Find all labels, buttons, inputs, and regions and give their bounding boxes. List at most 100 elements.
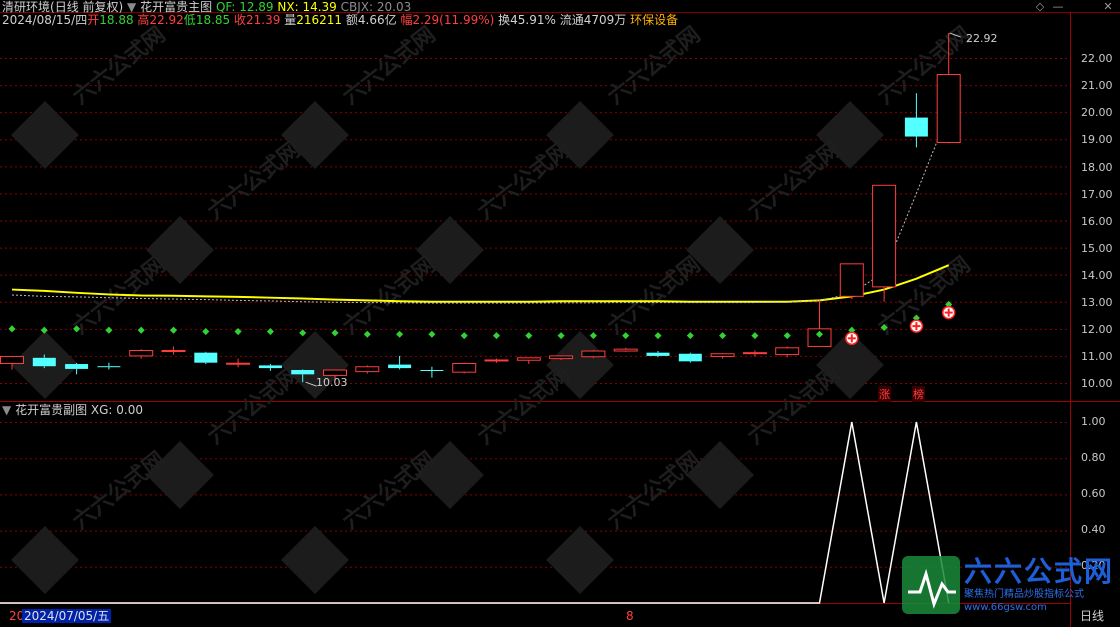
price-tick: 15.00 [1081,242,1113,255]
candle[interactable] [420,366,444,378]
price-tick: 13.00 [1081,296,1113,309]
price-tick: 12.00 [1081,323,1113,336]
green-dot [363,330,371,338]
main-indicator-name[interactable]: 花开富贵主图 [140,0,212,14]
candle[interactable] [355,365,380,374]
watermark-text: 六六公式网 [603,447,705,534]
sub-indicator-toggle-icon[interactable]: ▼ [2,403,11,417]
close-icon[interactable]: ✕ [1102,1,1114,13]
low-marker-label: 10.03 [316,376,348,389]
candle[interactable] [710,353,735,359]
candle-body [742,352,767,355]
sub-tick: 0.80 [1081,451,1106,464]
candle-body [258,365,282,369]
green-dot [331,329,339,337]
candle-body [549,355,574,360]
candle-body [646,352,670,356]
float-label: 流通 [559,13,584,27]
green-dot [396,330,404,338]
candle[interactable] [161,346,186,355]
candle[interactable] [484,358,509,363]
candle[interactable] [807,300,832,347]
sub-tick: 0.60 [1081,487,1106,500]
price-tick: 18.00 [1081,161,1113,174]
candle[interactable] [678,352,702,363]
candle-body [97,366,121,368]
amount-label: 额 [345,13,358,27]
change-label: 幅 [400,13,413,27]
watermark-text: 六六公式网 [603,22,705,109]
site-logo: 六六公式网 聚焦热门精品炒股指标公式 www.66gsw.com [902,556,1116,614]
candle[interactable] [226,358,251,368]
candle[interactable] [904,93,928,148]
candle[interactable] [613,347,638,352]
candle[interactable] [872,184,897,302]
candle-body [388,364,412,369]
green-dot [686,332,694,340]
candle[interactable] [839,263,864,300]
watermark-text: 六六公式网 [203,362,305,449]
price-tick: 16.00 [1081,215,1113,228]
watermark-text: 六六公式网 [743,362,845,449]
minimize-icon[interactable]: — [1052,1,1064,13]
candle-body [839,263,864,297]
green-dot [751,332,759,340]
sub-indicator-name[interactable]: 花开富贵副图 [15,403,87,417]
green-dot [654,332,662,340]
low-label: 低 [183,13,196,27]
title-bar: 清研环境(日线 前复权) ▼ 花开富贵主图 QF: 12.89 NX: 14.3… [2,0,411,14]
green-dot [492,332,501,340]
candle[interactable] [516,357,541,365]
candle-body [678,353,702,362]
price-tick: 17.00 [1081,188,1113,201]
green-dot [589,332,597,340]
logo-title: 六六公式网 [964,555,1115,588]
period-label[interactable]: (日线 前复权) [50,0,123,14]
watermark-text: 六六公式网 [473,137,575,224]
candle-body [420,370,444,371]
candle[interactable] [258,364,282,371]
open-label: 开 [87,13,100,27]
candle[interactable] [97,362,121,370]
green-dot [525,332,533,340]
green-dot [40,326,48,334]
watermark-text: 六六公式网 [603,252,705,339]
quote-bar: 2024/08/15/四开18.88 高22.92低18.85 收21.39 量… [2,13,678,27]
candle-body [904,117,928,137]
candle-body [129,350,154,357]
candle-body [32,357,56,367]
stock-name[interactable]: 清研环境 [2,0,50,14]
watermark-diamond [281,526,349,594]
change-value: 2.29(11.99%) [412,13,495,27]
sub-panel-header: ▼ 花开富贵副图 XG: 0.00 [2,403,143,417]
candle-body [613,348,638,352]
high-label: 高 [137,13,150,27]
candle-body [291,370,315,375]
sector-label[interactable]: 环保设备 [630,13,678,27]
green-dot [719,332,727,340]
candle-body [775,347,800,356]
candle-body [194,352,218,363]
candle[interactable] [194,351,218,365]
green-dot [137,326,145,334]
candle[interactable] [775,346,800,358]
price-tick: 22.00 [1081,52,1113,65]
green-dot [169,326,178,334]
green-dot [783,332,791,340]
chart-stage[interactable]: 六六公式网 六六公式网 六六公式网 六六公式网 六六公式网 六六公式网 六六公式网 六六公式网… [0,0,1120,627]
candle[interactable] [581,349,606,359]
candle[interactable] [388,355,412,370]
candle[interactable] [742,350,767,357]
kline-chart[interactable]: 六六公式网 六六公式网 六六公式网 六六公式网六六公式网 六六公式网 六六公式网六六公式网… [0,0,1120,627]
candle-body [516,357,541,361]
candle[interactable] [452,362,477,374]
watermark-text: 六六公式网 [338,252,440,339]
high-marker-label: 22.92 [966,32,998,45]
watermarks: 六六公式网 六六公式网 六六公式网 六六公式网六六公式网 六六公式网 六六公式网六六公式网… [11,22,975,594]
indicator-toggle-icon[interactable]: ▼ [127,0,136,14]
candle-body [0,355,24,365]
footer-marker: 8 [626,609,634,623]
diamond-icon[interactable]: ◇ [1034,1,1046,13]
xg-line [0,421,950,604]
candle[interactable] [129,349,154,359]
